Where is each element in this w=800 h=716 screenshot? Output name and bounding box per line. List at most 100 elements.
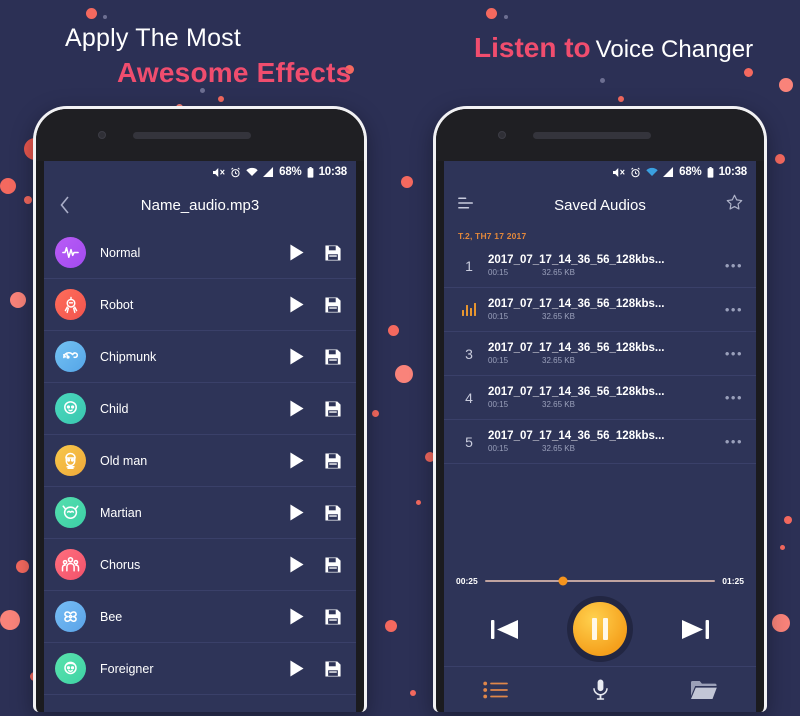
save-floppy-icon[interactable] bbox=[324, 348, 342, 366]
seek-thumb[interactable] bbox=[558, 576, 568, 586]
save-floppy-icon[interactable] bbox=[324, 400, 342, 418]
nav-list-button[interactable] bbox=[444, 681, 548, 699]
effect-row[interactable]: Robot bbox=[44, 279, 356, 331]
effect-row[interactable]: Normal bbox=[44, 227, 356, 279]
audio-row[interactable]: 3 2017_07_17_14_36_56_128kbs... 00:15 32.65… bbox=[444, 332, 756, 376]
save-floppy-icon[interactable] bbox=[324, 660, 342, 678]
effect-label: Old man bbox=[100, 453, 148, 468]
battery-percent: 68% bbox=[279, 166, 302, 178]
save-floppy-icon[interactable] bbox=[324, 608, 342, 626]
row-index: 1 bbox=[465, 257, 473, 274]
save-floppy-icon[interactable] bbox=[324, 296, 342, 314]
audio-row[interactable]: 1 2017_07_17_14_36_56_128kbs... 00:15 32.65… bbox=[444, 244, 756, 288]
decor-dot bbox=[600, 78, 605, 83]
play-icon[interactable] bbox=[287, 607, 306, 626]
overflow-menu-icon[interactable]: ••• bbox=[725, 434, 743, 449]
decor-dot bbox=[775, 154, 785, 164]
play-icon[interactable] bbox=[287, 503, 306, 522]
right-headline: Listen to Voice Changer bbox=[474, 32, 753, 64]
audio-duration: 00:15 bbox=[488, 356, 509, 365]
decor-dot bbox=[779, 78, 793, 92]
audio-size: 32.65 KB bbox=[542, 400, 575, 409]
equalizer-icon bbox=[456, 303, 482, 316]
phone-bezel-top bbox=[436, 109, 764, 161]
decor-dot bbox=[218, 96, 224, 102]
effect-label: Martian bbox=[100, 505, 142, 520]
play-icon[interactable] bbox=[287, 295, 306, 314]
effect-row[interactable]: Chipmunk bbox=[44, 331, 356, 383]
list-icon bbox=[483, 681, 508, 698]
right-headline-highlight: Listen to bbox=[474, 32, 591, 63]
nav-record-button[interactable] bbox=[548, 679, 652, 700]
mute-icon bbox=[213, 167, 225, 177]
overflow-menu-icon[interactable]: ••• bbox=[725, 258, 743, 273]
skip-next-icon[interactable] bbox=[679, 617, 710, 642]
overflow-menu-icon[interactable]: ••• bbox=[725, 390, 743, 405]
save-floppy-icon[interactable] bbox=[324, 504, 342, 522]
audio-duration: 00:15 bbox=[488, 268, 509, 277]
decor-dot bbox=[388, 325, 399, 336]
left-screen: 68% 10:38 Name_audio.mp3 Normal Robot Chip… bbox=[44, 161, 356, 712]
row-index: 4 bbox=[465, 389, 473, 406]
overflow-menu-icon[interactable]: ••• bbox=[725, 346, 743, 361]
decor-dot bbox=[395, 365, 413, 383]
effect-row[interactable]: Child bbox=[44, 383, 356, 435]
waveform-icon bbox=[55, 237, 86, 268]
bee-icon bbox=[55, 601, 86, 632]
save-floppy-icon[interactable] bbox=[324, 452, 342, 470]
microphone-icon bbox=[592, 679, 608, 700]
effect-row[interactable]: Chorus bbox=[44, 539, 356, 591]
nav-folder-button[interactable] bbox=[652, 680, 756, 700]
bottom-nav bbox=[444, 666, 756, 712]
effect-actions bbox=[287, 399, 342, 418]
effect-row[interactable]: Bee bbox=[44, 591, 356, 643]
effect-actions bbox=[287, 607, 342, 626]
audio-size: 32.65 KB bbox=[542, 444, 575, 453]
save-floppy-icon[interactable] bbox=[324, 244, 342, 262]
play-icon[interactable] bbox=[287, 399, 306, 418]
audio-row[interactable]: 2017_07_17_14_36_56_128kbs... 00:15 32.65 … bbox=[444, 288, 756, 332]
seek-slider[interactable] bbox=[484, 576, 716, 586]
foreigner-icon bbox=[55, 653, 86, 684]
play-icon[interactable] bbox=[287, 555, 306, 574]
decor-dot bbox=[618, 96, 624, 102]
phone-right: 68% 10:38 Saved Audios T.2, TH7 17 2017 … bbox=[433, 106, 767, 712]
audio-row[interactable]: 5 2017_07_17_14_36_56_128kbs... 00:15 32.65… bbox=[444, 420, 756, 464]
left-headline-line1: Apply The Most bbox=[65, 24, 242, 52]
play-icon[interactable] bbox=[287, 347, 306, 366]
overflow-menu-icon[interactable]: ••• bbox=[725, 302, 743, 317]
effect-row[interactable]: Martian bbox=[44, 487, 356, 539]
pause-button[interactable] bbox=[573, 602, 627, 656]
effect-actions bbox=[287, 451, 342, 470]
skip-previous-icon[interactable] bbox=[490, 617, 521, 642]
decor-dot bbox=[372, 410, 379, 417]
back-chevron-icon[interactable] bbox=[56, 196, 74, 214]
sort-menu-icon[interactable] bbox=[457, 196, 476, 215]
player-area: 00:25 01:25 bbox=[444, 570, 756, 712]
volume-button[interactable] bbox=[764, 314, 767, 358]
effect-row[interactable]: Old man bbox=[44, 435, 356, 487]
audio-size: 32.65 KB bbox=[542, 268, 575, 277]
robot-icon bbox=[55, 289, 86, 320]
audio-row[interactable]: 4 2017_07_17_14_36_56_128kbs... 00:15 32.65… bbox=[444, 376, 756, 420]
save-floppy-icon[interactable] bbox=[324, 556, 342, 574]
effect-actions bbox=[287, 347, 342, 366]
play-icon[interactable] bbox=[287, 243, 306, 262]
decor-dot bbox=[86, 8, 97, 19]
audio-info: 2017_07_17_14_36_56_128kbs... 00:15 32.65 … bbox=[488, 430, 725, 453]
star-icon[interactable] bbox=[726, 194, 743, 216]
clock: 10:38 bbox=[718, 166, 748, 178]
pause-icon bbox=[592, 618, 597, 640]
play-icon[interactable] bbox=[287, 659, 306, 678]
audio-list: 1 2017_07_17_14_36_56_128kbs... 00:15 32.65… bbox=[444, 244, 756, 464]
effect-row[interactable]: Foreigner bbox=[44, 643, 356, 695]
audio-name: 2017_07_17_14_36_56_128kbs... bbox=[488, 430, 665, 442]
row-index: 5 bbox=[465, 433, 473, 450]
chorus-icon bbox=[55, 549, 86, 580]
play-icon[interactable] bbox=[287, 451, 306, 470]
page-title: Saved Audios bbox=[554, 196, 646, 214]
left-headline-line2: Awesome Effects bbox=[117, 57, 352, 88]
effect-label: Child bbox=[100, 401, 129, 416]
power-button[interactable] bbox=[764, 381, 767, 411]
effect-list: Normal Robot Chipmunk Child Old man Martian Ch… bbox=[44, 227, 356, 695]
